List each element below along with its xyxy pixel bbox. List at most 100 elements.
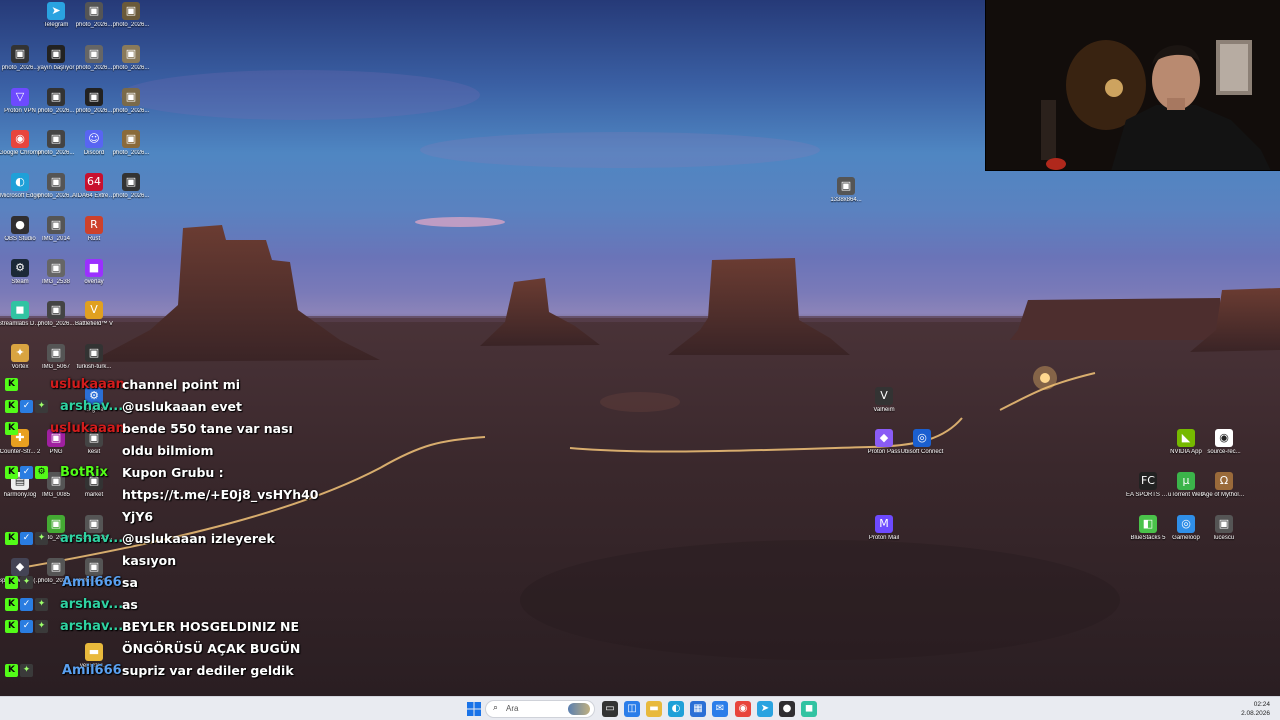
chat-badges: K	[5, 378, 18, 392]
chat-username[interactable]: arshav...	[60, 531, 123, 546]
proton-pass-icon: ◆	[875, 429, 893, 447]
chat-username[interactable]: Amil666	[62, 575, 122, 590]
desktop-icon[interactable]: ▣ photo_2026...	[36, 301, 76, 341]
image-icon: ▣	[85, 2, 103, 20]
chat-username[interactable]: arshav...	[60, 619, 123, 634]
desktop-icon[interactable]: ◉ source-rec...	[1204, 429, 1244, 469]
taskbar-mail-icon[interactable]: ✉	[712, 701, 728, 717]
taskbar-file-explorer-icon[interactable]: ▬	[646, 701, 662, 717]
desktop-icon[interactable]: ▣ photo_2026...	[74, 88, 114, 128]
desktop-icon-label: Battlefield™ V	[74, 321, 114, 327]
desktop-icon[interactable]: ▣ photo_2026...	[36, 130, 76, 170]
chat-message: kasıyon	[0, 550, 320, 572]
desktop-icon[interactable]: ▣ photo_2026...	[36, 88, 76, 128]
desktop-icon[interactable]: V Battlefield™ V	[74, 301, 114, 341]
desktop-icon[interactable]: ■ overlay	[74, 259, 114, 299]
chat-message: Kuslukaaan channel point mi	[0, 374, 320, 396]
ea-fc-icon: FC	[1139, 472, 1157, 490]
image-icon: ▣	[122, 45, 140, 63]
chat-username[interactable]: arshav...	[60, 597, 123, 612]
image-icon: ▣	[11, 45, 29, 63]
desktop-icon[interactable]: ▣ IMG_2538	[36, 259, 76, 299]
taskbar-widgets-icon[interactable]: ◫	[624, 701, 640, 717]
taskbar-chrome-icon[interactable]: ◉	[735, 701, 751, 717]
chat-message-text: bende 550 tane var nası	[122, 421, 293, 436]
desktop-icon[interactable]: ▣ photo_2026...	[111, 173, 151, 213]
kick-badge: K	[5, 576, 18, 589]
kick-badge: K	[5, 466, 18, 479]
streamlabs-icon: ◼	[11, 301, 29, 319]
desktop-icon[interactable]: ▣ photo_2026...	[74, 45, 114, 85]
chat-badges: K ✦	[5, 576, 33, 590]
image-icon: ▣	[85, 344, 103, 362]
image-icon: ▣	[47, 88, 65, 106]
desktop-icon[interactable]: ▣ photo_2026...	[36, 173, 76, 213]
start-icon[interactable]	[466, 701, 482, 717]
vortex-icon: ✦	[11, 344, 29, 362]
desktop-icon[interactable]: ▣ yayın başlıyor	[36, 45, 76, 85]
desktop-icon[interactable]: V Valheim	[864, 387, 904, 427]
chat-username[interactable]: BotRix	[60, 465, 108, 480]
desktop-icon-label: Ubisoft Connect	[900, 449, 944, 455]
chat-message-text: supriz var dediler geldik	[122, 663, 294, 678]
taskbar-search[interactable]: ⌕ Ara	[485, 700, 595, 718]
chat-message: oldu bilmiom	[0, 440, 320, 462]
age-of-mythology-icon: Ω	[1215, 472, 1233, 490]
desktop-icon[interactable]: µ uTorrent Web	[1166, 472, 1206, 512]
nvidia-icon: ◣	[1177, 429, 1195, 447]
desktop-icon[interactable]: M Proton Mail	[864, 515, 904, 555]
image-icon: ▣	[47, 130, 65, 148]
edge-icon: ◐	[11, 173, 29, 191]
image-icon: ▣	[122, 88, 140, 106]
desktop-icon[interactable]: ▣ IMG_2014	[36, 216, 76, 256]
desktop-icon[interactable]: ◎ Ubisoft Connect	[900, 429, 944, 469]
chat-username[interactable]: uslukaaan	[50, 421, 125, 436]
image-icon: ▣	[47, 259, 65, 277]
desktop-icon[interactable]: ◣ NVIDIA App	[1166, 429, 1206, 469]
desktop-icon[interactable]: ◆ Proton Pass	[864, 429, 904, 469]
desktop-icon-label: Proton Mail	[868, 535, 900, 541]
desktop-icon[interactable]: ▣ photo_2026...	[74, 2, 114, 42]
desktop-icon[interactable]: 64 AIDA64 Extreme	[72, 173, 116, 213]
desktop-icon[interactable]: ▣ 1338x864...	[826, 177, 866, 217]
desktop-icon[interactable]: ◧ BlueStacks 5	[1128, 515, 1168, 555]
desktop-icon[interactable]: ▣ photo_2026...	[111, 45, 151, 85]
chat-message-text: as	[122, 597, 138, 612]
desktop-icon[interactable]: ☺ Discord	[74, 130, 114, 170]
desktop-icon[interactable]: R Rust	[74, 216, 114, 256]
system-clock[interactable]: 02:24 2.08.2026	[1241, 700, 1270, 718]
desktop-icon[interactable]: ▣ photo_2026...	[111, 2, 151, 42]
clock-date: 2.08.2026	[1241, 710, 1270, 717]
rust-icon: R	[85, 216, 103, 234]
desktop-icon[interactable]: ▣ lucescu	[1204, 515, 1244, 555]
chat-message: K ✓ ✦ arshav... @uslukaaan izleyerek	[0, 528, 320, 550]
chat-message-text: oldu bilmiom	[122, 443, 214, 458]
desktop-icon[interactable]: ➤ Telegram	[36, 2, 76, 42]
taskbar-obs-icon[interactable]: ●	[779, 701, 795, 717]
chat-username[interactable]: arshav...	[60, 399, 123, 414]
chat-username[interactable]: uslukaaan	[50, 377, 125, 392]
desktop-icon[interactable]: ▣ photo_2026...	[111, 88, 151, 128]
taskbar-streamlabs-icon[interactable]: ◼	[801, 701, 817, 717]
gift-badge: ✦	[35, 400, 48, 413]
desktop-icon[interactable]: ◎ Gameloop	[1166, 515, 1206, 555]
taskbar-telegram-icon[interactable]: ➤	[757, 701, 773, 717]
image-icon: ▣	[837, 177, 855, 195]
image-icon: ▣	[47, 173, 65, 191]
aida64-icon: 64	[85, 173, 103, 191]
taskbar-edge-icon[interactable]: ◐	[668, 701, 684, 717]
desktop-icon-label: overlay	[84, 279, 104, 285]
taskbar-store-icon[interactable]: ▦	[690, 701, 706, 717]
kick-badge: K	[5, 532, 18, 545]
chat-badges: K ✓ ✦	[5, 532, 48, 546]
chat-badges: K ✦	[5, 664, 33, 678]
desktop-icon[interactable]: FCEA SPORTS FC™ 26	[1126, 472, 1170, 512]
desktop-icon[interactable]: ▣ photo_2026...	[111, 130, 151, 170]
chat-message: K ✓ ✦ arshav... BEYLER HOSGELDINIZ NE	[0, 616, 320, 638]
chat-username[interactable]: Amil666	[62, 663, 122, 678]
desktop-icon[interactable]: Ω Age of Mytholo...	[1202, 472, 1246, 512]
desktop-icon-label: Rust	[87, 236, 101, 242]
chat-badges: K ✓ ✦	[5, 400, 48, 414]
taskbar-task-view-icon[interactable]: ▭	[602, 701, 618, 717]
gift-badge: ✦	[35, 620, 48, 633]
